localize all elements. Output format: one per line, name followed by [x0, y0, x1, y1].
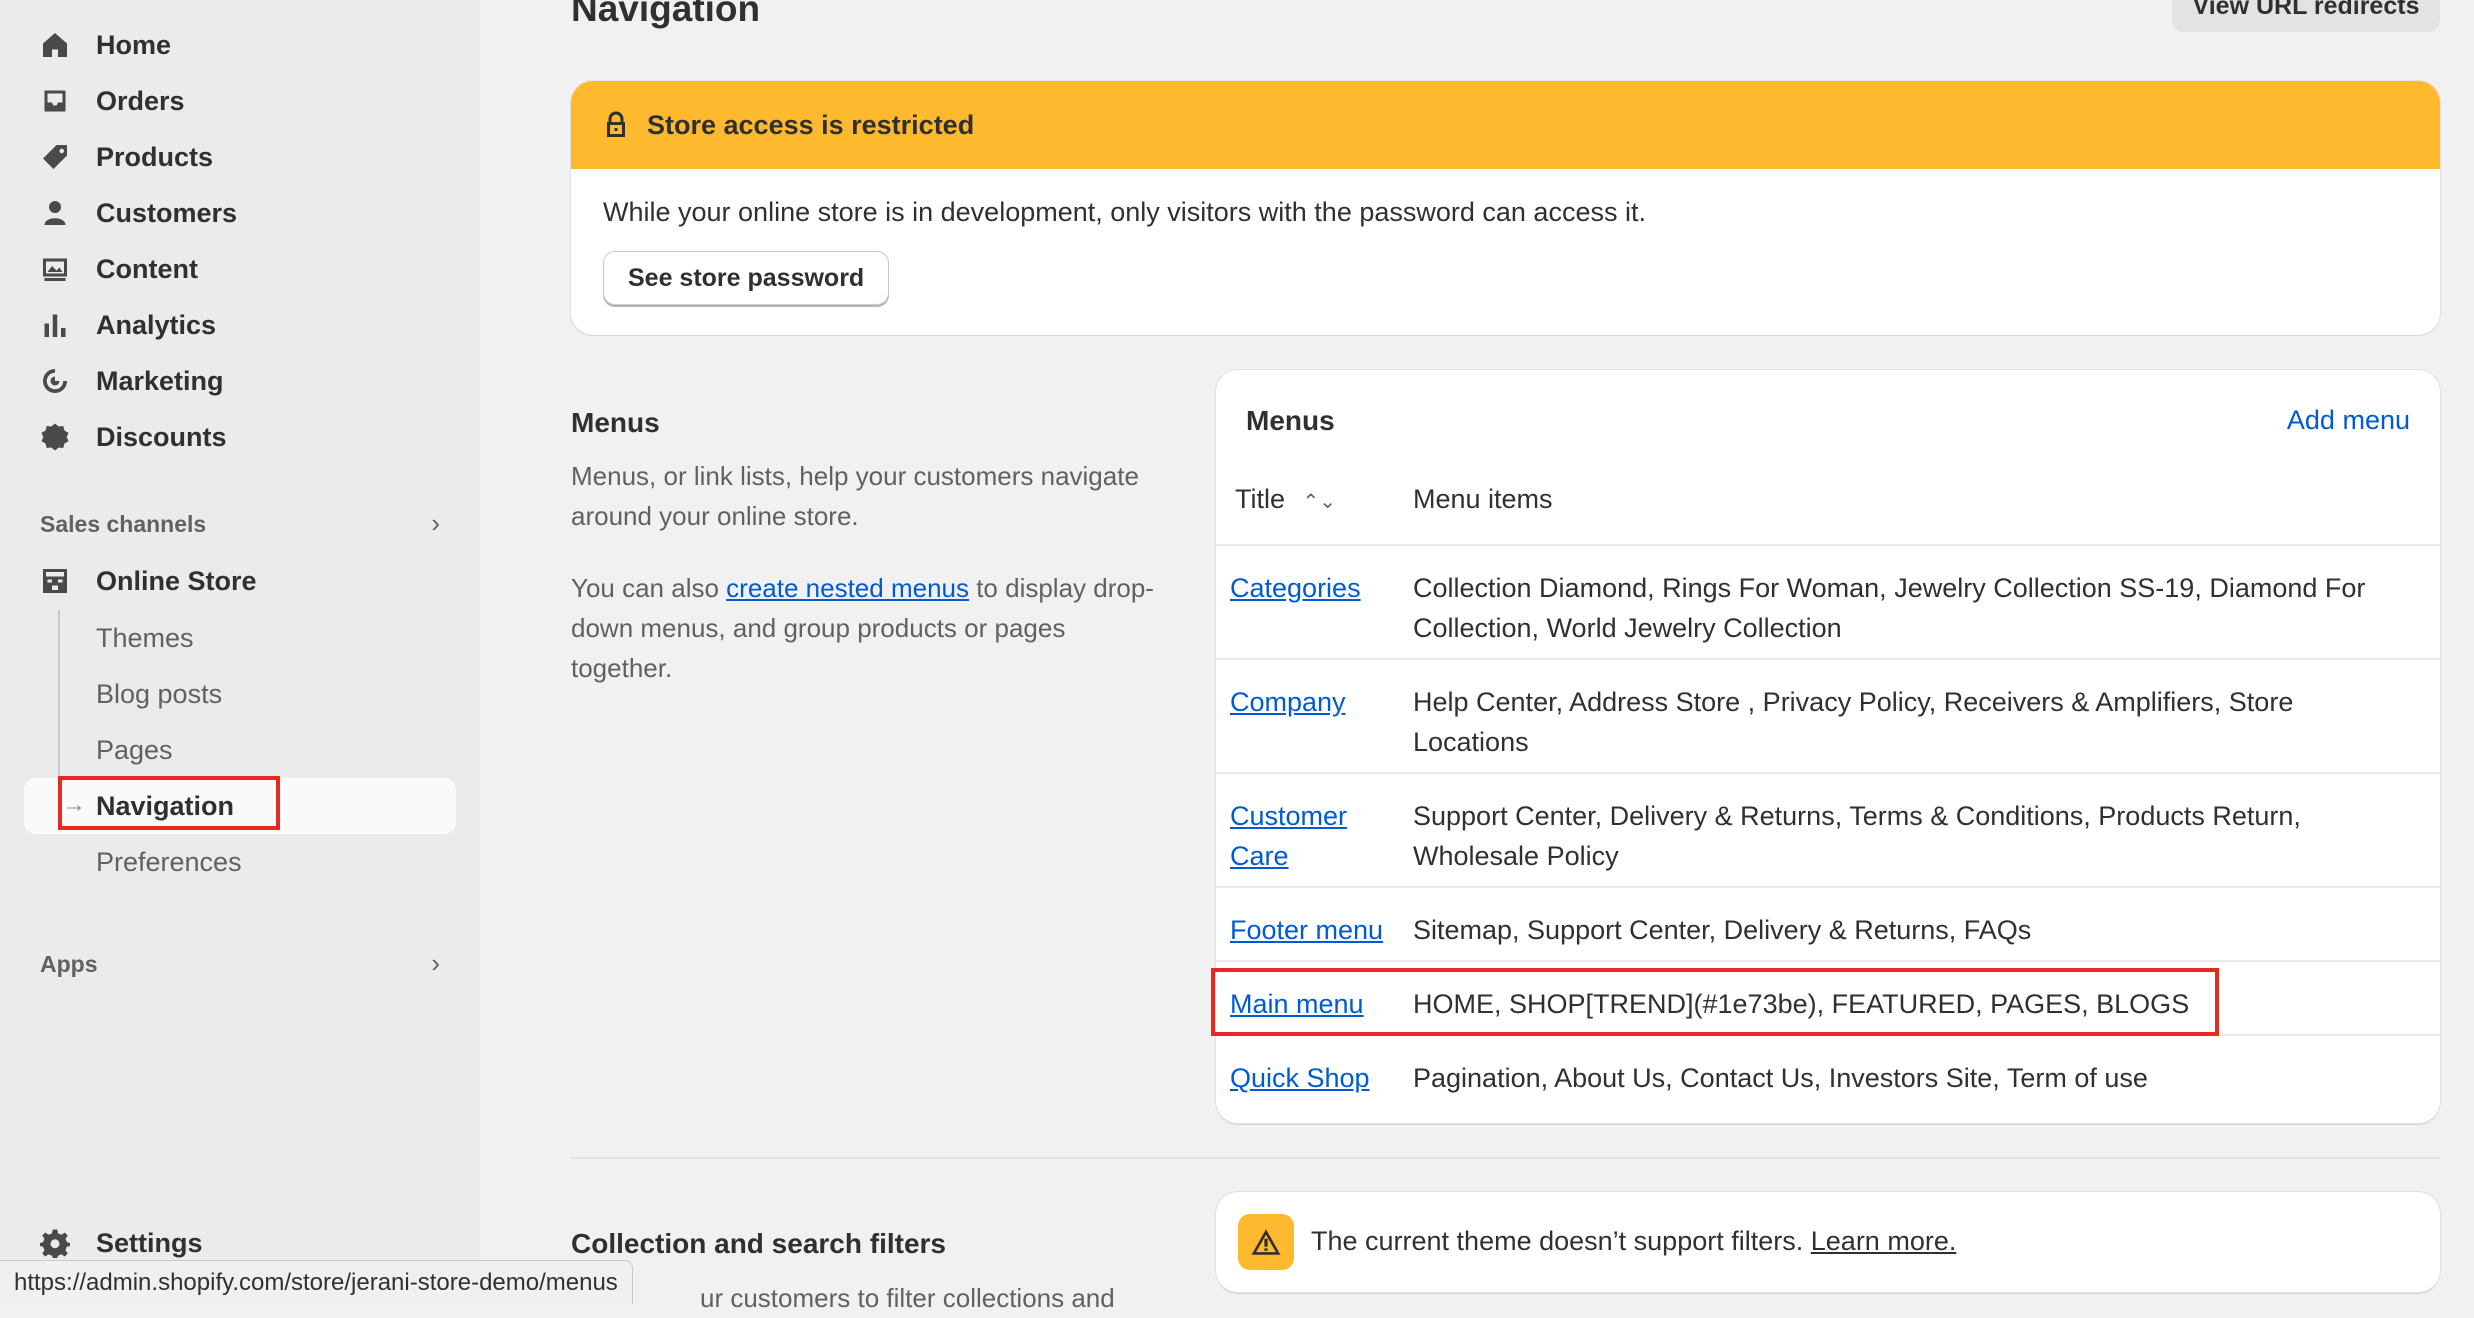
filters-section-title: Collection and search filters — [571, 1228, 946, 1259]
tag-icon — [40, 142, 70, 172]
sidebar-subitem-pages[interactable]: Pages — [96, 735, 173, 766]
person-icon — [40, 198, 70, 228]
sidebar-item-home[interactable]: Home — [40, 20, 171, 70]
sidebar-subitem-themes[interactable]: Themes — [96, 623, 194, 654]
sidebar-subitem-navigation[interactable]: Navigation — [96, 791, 234, 822]
banner-title: Store access is restricted — [647, 109, 975, 140]
sidebar-item-label: Customers — [96, 197, 238, 228]
arrow-right-icon: → — [62, 791, 86, 818]
lock-icon — [607, 111, 625, 137]
banner-text: While your online store is in developmen… — [603, 197, 1646, 227]
learn-more-link[interactable]: Learn more. — [1811, 1226, 1957, 1256]
sidebar-item-label: Analytics — [96, 309, 217, 340]
table-row[interactable]: Categories Collection Diamond, Rings For… — [1216, 544, 2440, 658]
menu-items-text: Support Center, Delivery & Returns, Term… — [1413, 801, 2301, 871]
image-icon — [40, 254, 70, 284]
create-nested-menus-link[interactable]: create nested menus — [726, 573, 969, 603]
menus-section-title: Menus — [571, 407, 660, 438]
store-icon — [40, 566, 70, 596]
menu-items-text: Sitemap, Support Center, Delivery & Retu… — [1413, 915, 2032, 945]
menu-items-text: Help Center, Address Store , Privacy Pol… — [1413, 687, 2294, 757]
sidebar-item-label: Discounts — [96, 421, 227, 452]
sidebar-item-online-store[interactable]: Online Store — [40, 556, 257, 606]
table-row[interactable]: Quick Shop Pagination, About Us, Contact… — [1216, 1034, 2440, 1123]
warning-icon — [1238, 1214, 1294, 1270]
section-divider — [571, 1157, 2440, 1159]
sidebar-item-label: Home — [96, 29, 172, 60]
menu-title-link[interactable]: Company — [1230, 682, 1400, 722]
menu-title-link[interactable]: Categories — [1230, 568, 1400, 608]
sidebar-item-label: Marketing — [96, 365, 224, 396]
filters-notice-card: The current theme doesn’t support filter… — [1216, 1192, 2440, 1292]
menu-title-link[interactable]: Footer menu — [1230, 910, 1400, 950]
sidebar-item-marketing[interactable]: Marketing — [40, 356, 224, 406]
sidebar-item-orders[interactable]: Orders — [40, 76, 185, 126]
home-icon — [40, 30, 70, 60]
sidebar-item-analytics[interactable]: Analytics — [40, 300, 216, 350]
sidebar-item-label: Content — [96, 253, 198, 284]
table-row[interactable]: Main menu HOME, SHOP[TREND](#1e73be), FE… — [1216, 960, 2440, 1034]
apps-header[interactable]: Apps — [40, 951, 98, 978]
store-access-banner: Store access is restricted While your on… — [571, 81, 2440, 335]
menu-items-text: Collection Diamond, Rings For Woman, Jew… — [1413, 573, 2366, 643]
active-item-background — [24, 778, 456, 834]
menu-title-link[interactable]: Main menu — [1230, 984, 1400, 1024]
banner-header: Store access is restricted — [571, 81, 2440, 169]
sidebar-item-products[interactable]: Products — [40, 132, 213, 182]
discount-icon — [40, 422, 70, 452]
menus-card: Menus Add menu Title ⌃⌄ Menu items Categ… — [1216, 370, 2440, 1123]
sidebar-item-content[interactable]: Content — [40, 244, 198, 294]
menus-section-desc: Menus, or link lists, help your customer… — [571, 461, 1139, 531]
sidebar-item-label: Settings — [96, 1227, 203, 1258]
see-store-password-button[interactable]: See store password — [603, 251, 890, 305]
sidebar-item-customers[interactable]: Customers — [40, 188, 237, 238]
chevron-right-icon[interactable]: › — [431, 948, 440, 979]
menu-title-link[interactable]: Quick Shop — [1230, 1058, 1400, 1098]
inbox-icon — [40, 86, 70, 116]
filters-section-desc: ur customers to filter collections and — [700, 1283, 1115, 1313]
menus-section-nested-text: You can also create nested menus to disp… — [571, 573, 1154, 683]
sidebar-subitem-preferences[interactable]: Preferences — [96, 847, 242, 878]
sidebar-item-label: Orders — [96, 85, 185, 116]
add-menu-link[interactable]: Add menu — [2287, 405, 2410, 436]
menus-card-title: Menus — [1246, 405, 1335, 436]
table-row[interactable]: Customer Care Support Center, Delivery &… — [1216, 772, 2440, 886]
sort-icon: ⌃⌄ — [1302, 491, 1337, 513]
menu-items-text: HOME, SHOP[TREND](#1e73be), FEATURED, PA… — [1413, 989, 2190, 1019]
status-url: https://admin.shopify.com/store/jerani-s… — [14, 1268, 618, 1296]
sidebar: Home Orders Products Customers Content A… — [0, 0, 480, 1304]
table-row[interactable]: Company Help Center, Address Store , Pri… — [1216, 658, 2440, 772]
sales-channels-header[interactable]: Sales channels — [40, 511, 206, 538]
sidebar-item-discounts[interactable]: Discounts — [40, 412, 227, 462]
gear-icon — [40, 1228, 70, 1258]
view-url-redirects-button[interactable]: View URL redirects — [2172, 0, 2440, 32]
menu-items-text: Pagination, About Us, Contact Us, Invest… — [1413, 1063, 2148, 1093]
table-row[interactable]: Footer menu Sitemap, Support Center, Del… — [1216, 886, 2440, 960]
column-header-title[interactable]: Title ⌃⌄ — [1235, 484, 1336, 515]
filters-notice-text: The current theme doesn’t support filter… — [1311, 1226, 1957, 1256]
page-title: Navigation — [571, 0, 761, 29]
column-header-menu-items: Menu items — [1413, 484, 1553, 514]
sidebar-item-label: Products — [96, 141, 214, 172]
sidebar-item-label: Online Store — [96, 565, 257, 596]
menu-title-link[interactable]: Customer Care — [1230, 796, 1370, 876]
chevron-right-icon[interactable]: › — [431, 508, 440, 539]
sidebar-subitem-blog-posts[interactable]: Blog posts — [96, 679, 222, 710]
target-icon — [40, 366, 70, 396]
browser-status-bar: https://admin.shopify.com/store/jerani-s… — [0, 1260, 633, 1304]
bar-chart-icon — [40, 310, 70, 340]
